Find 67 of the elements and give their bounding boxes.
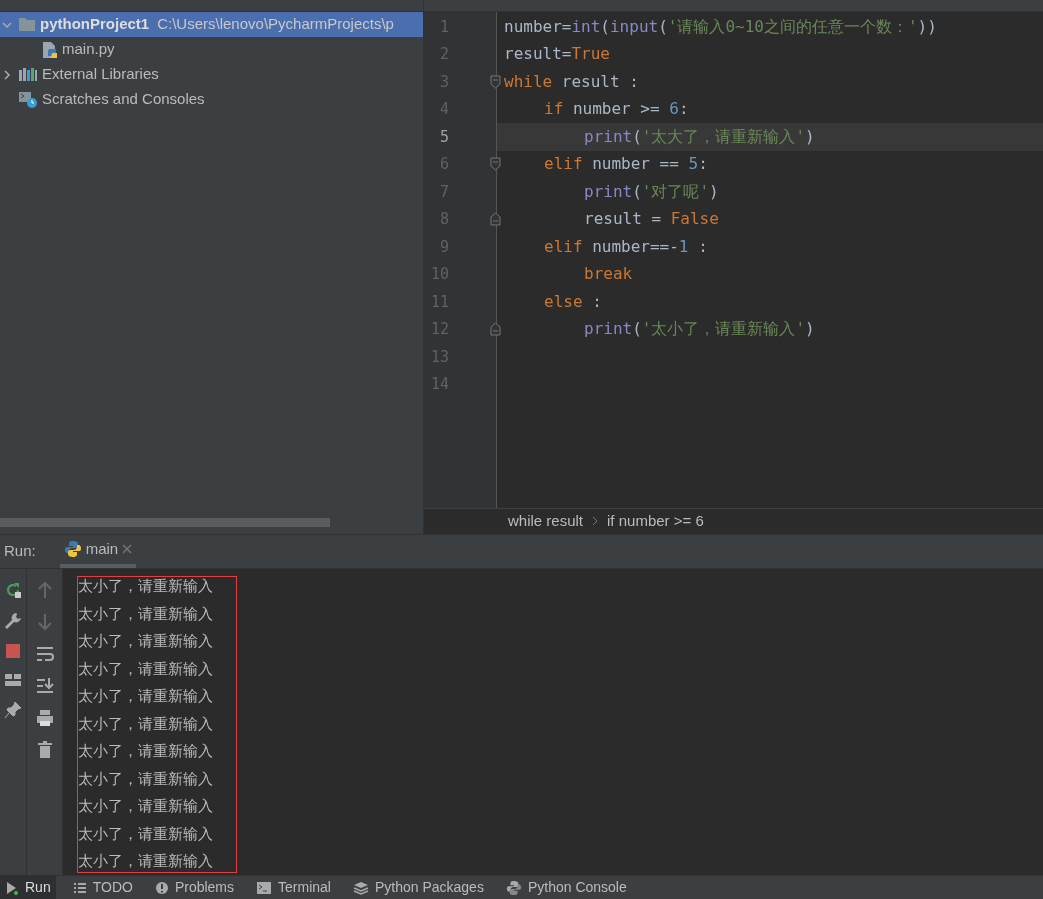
wrench-icon[interactable] [4,611,22,630]
folder-icon [18,17,36,32]
horizontal-scrollbar[interactable] [0,518,330,528]
terminal-icon [256,880,273,895]
code-line: elif number==-1 : [543,235,709,258]
console-output-line: 太小了，请重新输入 [78,823,214,845]
breadcrumb[interactable]: if number >= 6 [607,510,704,533]
tree-item[interactable]: Scratches and Consoles [0,87,423,112]
code-line: while result : [503,70,640,93]
code-line: if number >= 6: [543,98,690,121]
play-icon [5,880,19,895]
tool-window-tab[interactable]: Terminal [251,876,336,899]
printer-icon[interactable] [35,708,54,727]
run-label: Run: [3,541,37,561]
code-line: print('太小了，请重新输入') [583,318,816,341]
tool-window-tab[interactable]: Problems [149,876,240,899]
tool-window-tab[interactable]: Python Console [500,876,632,899]
fold-marker-icon[interactable] [490,322,501,337]
tool-window-tab[interactable]: TODO [67,876,138,899]
console-output-line: 太小了，请重新输入 [78,713,214,735]
console-output-line: 太小了，请重新输入 [78,658,214,680]
stop-icon[interactable] [5,642,21,659]
tool-window-tab[interactable]: Python Packages [347,876,489,899]
code-line: print('对了呢') [583,180,720,203]
line-number: 5 [438,126,449,148]
breadcrumb[interactable]: while result [508,510,584,533]
layers-icon [352,880,369,895]
fold-marker-icon[interactable] [490,212,501,227]
fold-marker-icon[interactable] [490,157,501,172]
console-output-line: 太小了，请重新输入 [78,576,214,598]
console-output-line: 太小了，请重新输入 [78,631,214,653]
library-icon [18,67,38,82]
project-path: C:\Users\lenovo\PycharmProjects\p [157,14,394,35]
close-icon[interactable] [122,544,133,555]
console-output-line: 太小了，请重新输入 [78,686,214,708]
warning-icon [154,880,169,895]
tree-item[interactable]: main.py [0,37,423,62]
chevron-right-icon[interactable] [1,68,13,81]
code-line: else : [543,290,603,313]
rerun-icon[interactable] [4,580,22,599]
console-output-line: 太小了，请重新输入 [78,796,214,818]
list-icon [72,881,87,894]
code-line: break [583,263,634,286]
python-icon [505,879,522,896]
tool-window-tab[interactable]: Run [0,876,56,899]
console-output-line: 太小了，请重新输入 [78,851,214,873]
pin-icon[interactable] [4,700,22,719]
code-line: result=True [503,43,611,66]
chevron-right-icon [591,516,600,527]
layout-icon[interactable] [4,671,22,688]
scratches-icon [18,90,38,109]
up-arrow-icon[interactable] [37,580,52,599]
down-arrow-icon[interactable] [37,612,52,631]
trash-icon[interactable] [36,740,53,759]
tree-item[interactable]: pythonProject1 C:\Users\lenovo\PycharmProjects\p [0,12,423,37]
console-output-line: 太小了，请重新输入 [78,768,214,790]
soft-wrap-icon[interactable] [35,644,54,663]
fold-marker-icon[interactable] [490,74,501,89]
scroll-to-end-icon[interactable] [35,676,54,695]
tree-item[interactable]: External Libraries [0,62,423,87]
code-line: number=int(input('请输入0~10之间的任意一个数：')) [503,15,938,38]
console-output-line: 太小了，请重新输入 [78,603,214,625]
code-line: result = False [583,208,720,231]
python-file-icon [42,40,58,59]
python-icon [63,540,82,559]
console-output-line: 太小了，请重新输入 [78,741,214,763]
code-line: elif number == 5: [543,153,709,176]
